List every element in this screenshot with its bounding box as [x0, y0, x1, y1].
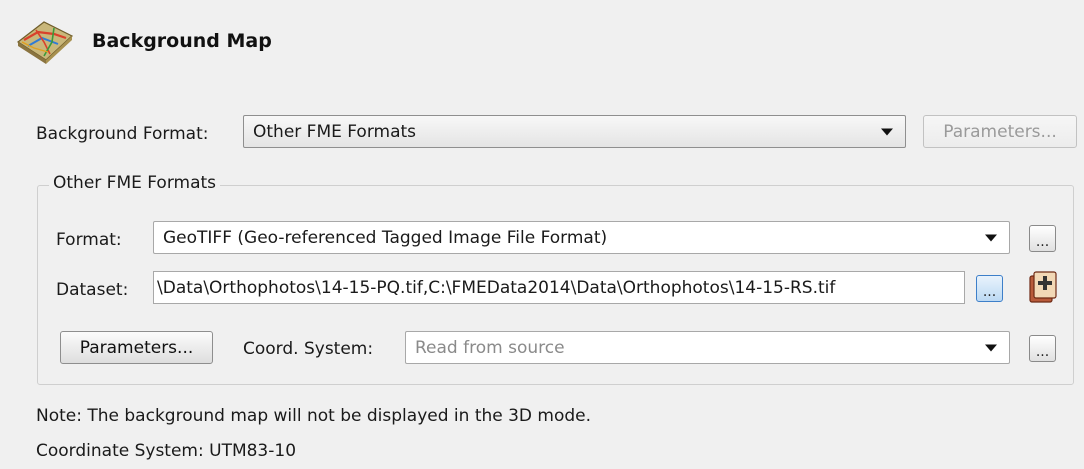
- coordinate-system-info: Coordinate System: UTM83-10: [36, 441, 297, 461]
- format-value: GeoTIFF (Geo-referenced Tagged Image Fil…: [163, 227, 608, 248]
- format-parameters-button[interactable]: Parameters...: [60, 331, 213, 364]
- chevron-down-icon[interactable]: [985, 234, 997, 241]
- dataset-browse-button[interactable]: ...: [976, 275, 1003, 302]
- format-browse-button[interactable]: ...: [1029, 225, 1056, 252]
- background-map-panel: Background Map Background Format: Other …: [0, 0, 1084, 469]
- add-dataset-icon[interactable]: [1027, 270, 1059, 304]
- group-title: Other FME Formats: [49, 173, 221, 193]
- format-dropdown[interactable]: GeoTIFF (Geo-referenced Tagged Image Fil…: [153, 221, 1010, 254]
- dataset-input[interactable]: \Data\Orthophotos\14-15-PQ.tif,C:\FMEDat…: [153, 271, 965, 304]
- coord-system-dropdown[interactable]: Read from source: [405, 331, 1010, 364]
- background-parameters-button[interactable]: Parameters...: [923, 115, 1077, 148]
- coord-system-label: Coord. System:: [243, 339, 374, 359]
- background-format-value: Other FME Formats: [253, 121, 417, 142]
- chevron-down-icon[interactable]: [881, 128, 893, 135]
- background-format-dropdown[interactable]: Other FME Formats: [243, 115, 906, 148]
- background-format-label: Background Format:: [36, 124, 209, 144]
- map-icon: [16, 21, 74, 64]
- panel-title: Background Map: [92, 30, 272, 52]
- note-3d-mode: Note: The background map will not be dis…: [36, 406, 592, 426]
- coord-system-placeholder: Read from source: [415, 337, 565, 358]
- dataset-label: Dataset:: [56, 280, 129, 300]
- coord-system-browse-button[interactable]: ...: [1029, 335, 1056, 362]
- format-label: Format:: [56, 230, 122, 250]
- panel-header: Background Map: [14, 12, 272, 70]
- chevron-down-icon[interactable]: [985, 344, 997, 351]
